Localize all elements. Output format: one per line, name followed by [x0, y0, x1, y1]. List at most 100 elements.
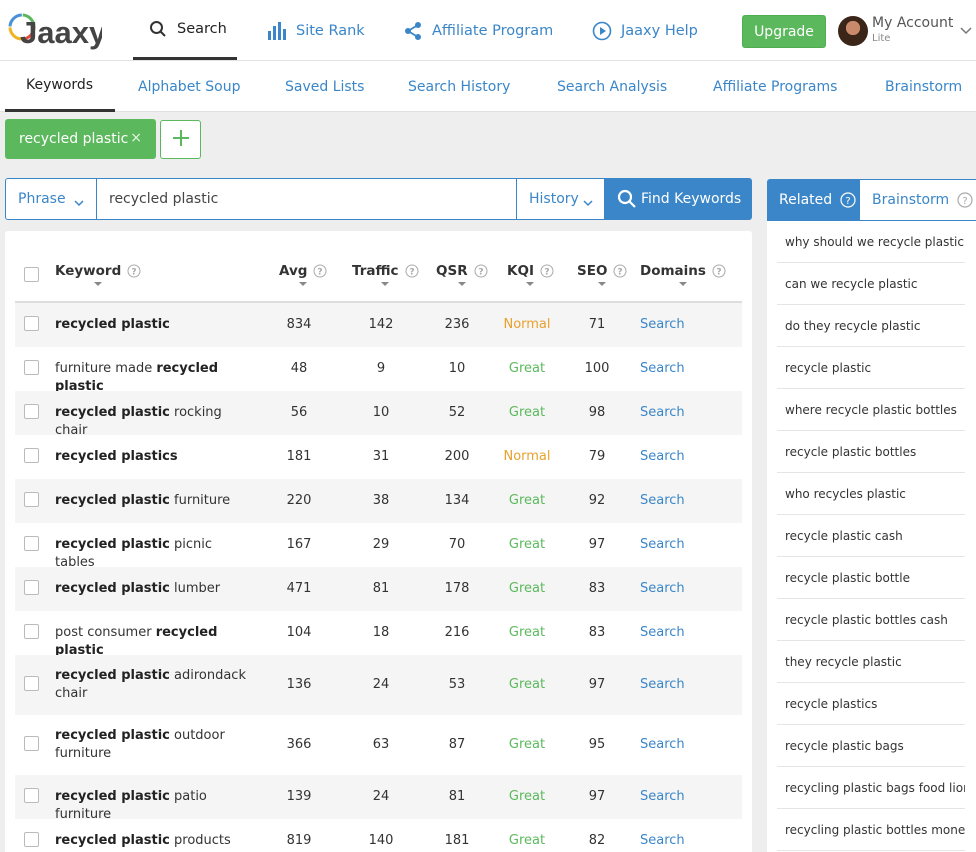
related-keyword-item[interactable]: recycling plastic bottles money: [777, 809, 965, 851]
col-avg[interactable]: Avg ?: [279, 263, 327, 286]
row-checkbox[interactable]: [24, 676, 39, 691]
row-checkbox[interactable]: [24, 316, 39, 331]
sort-icon: [381, 282, 390, 286]
domains-search-link[interactable]: Search: [640, 361, 685, 376]
related-keyword-item[interactable]: recycle plastic bottle: [777, 557, 965, 599]
table-row[interactable]: post consumer recycled plastic 104 18 216 Gr…: [15, 611, 742, 658]
table-row[interactable]: recycled plastic products 819 140 181 Great 8…: [15, 819, 742, 852]
domains-search-link[interactable]: Search: [640, 581, 685, 596]
keyword-chip[interactable]: recycled plastic ×: [5, 119, 156, 159]
table-row[interactable]: recycled plastic lumber 471 81 178 Great 83 Se…: [15, 567, 742, 611]
keyword-cell[interactable]: recycled plastic lumber: [55, 580, 255, 598]
related-keyword-item[interactable]: they recycle plastic: [777, 641, 965, 683]
table-row[interactable]: recycled plastics 181 31 200 Normal 79 Search: [15, 435, 742, 479]
table-row[interactable]: recycled plastic 834 142 236 Normal 71 Search: [15, 303, 742, 347]
domains-search-link[interactable]: Search: [640, 405, 685, 420]
help-icon[interactable]: ?: [712, 264, 726, 278]
domains-search-link[interactable]: Search: [640, 317, 685, 332]
tab-search-history[interactable]: Search History: [408, 61, 510, 112]
find-keywords-button[interactable]: Find Keywords: [605, 178, 752, 220]
select-all-checkbox[interactable]: [24, 267, 39, 282]
related-keyword-item[interactable]: recycle plastic bags: [777, 725, 965, 767]
jaaxy-logo[interactable]: Jaaxy: [6, 8, 107, 50]
tab-related[interactable]: Related ?: [767, 179, 860, 221]
related-keyword-item[interactable]: recycling plastic bags food lion: [777, 767, 965, 809]
related-keyword-item[interactable]: who recycles plastic: [777, 473, 965, 515]
related-keyword-item[interactable]: can we recycle plastic: [777, 263, 965, 305]
help-icon[interactable]: ?: [313, 264, 327, 278]
col-traffic[interactable]: Traffic ?: [352, 263, 419, 286]
keyword-cell[interactable]: recycled plastic products: [55, 832, 255, 850]
keyword-cell[interactable]: recycled plastics: [55, 448, 255, 466]
search-input[interactable]: [98, 179, 516, 219]
table-row[interactable]: recycled plastic rocking chair 56 10 52 Grea…: [15, 391, 742, 438]
account-menu[interactable]: My Account Lite: [838, 14, 976, 48]
col-kqi[interactable]: KQI ?: [507, 263, 554, 286]
tab-brainstorm[interactable]: Brainstorm: [885, 61, 962, 112]
add-tab-button[interactable]: [160, 120, 201, 159]
topnav-jaaxy-help[interactable]: Jaaxy Help: [591, 0, 698, 61]
topnav-site-rank[interactable]: Site Rank: [266, 0, 365, 61]
close-icon[interactable]: ×: [130, 130, 142, 146]
keyword-cell[interactable]: recycled plastic outdoor furniture: [55, 727, 255, 763]
table-row[interactable]: furniture made recycled plastic 48 9 10 Grea…: [15, 347, 742, 394]
keyword-cell[interactable]: recycled plastic: [55, 316, 255, 334]
row-checkbox[interactable]: [24, 580, 39, 595]
domains-search-link[interactable]: Search: [640, 737, 685, 752]
col-domains[interactable]: Domains ?: [640, 263, 726, 286]
domains-search-link[interactable]: Search: [640, 789, 685, 804]
domains-search-link[interactable]: Search: [640, 449, 685, 464]
col-keyword[interactable]: Keyword ?: [55, 263, 141, 286]
table-row[interactable]: recycled plastic picnic tables 167 29 70 Gre…: [15, 523, 742, 570]
row-checkbox[interactable]: [24, 624, 39, 639]
domains-search-link[interactable]: Search: [640, 625, 685, 640]
related-keyword-item[interactable]: where recycle plastic bottles: [777, 389, 965, 431]
help-icon[interactable]: ?: [474, 264, 488, 278]
related-keyword-item[interactable]: recycle plastic: [777, 347, 965, 389]
related-keyword-item[interactable]: recycle plastic cash: [777, 515, 965, 557]
related-keyword-item[interactable]: recycle plastics: [777, 683, 965, 725]
table-row[interactable]: recycled plastic patio furniture 139 24 81 G…: [15, 775, 742, 822]
domains-search-link[interactable]: Search: [640, 537, 685, 552]
row-checkbox[interactable]: [24, 360, 39, 375]
tab-saved-lists[interactable]: Saved Lists: [285, 61, 364, 112]
qsr-cell: 81: [448, 789, 466, 804]
keyword-cell[interactable]: recycled plastic furniture: [55, 492, 255, 510]
history-dropdown[interactable]: History: [516, 179, 605, 219]
topnav-search[interactable]: Search: [133, 0, 237, 60]
row-checkbox[interactable]: [24, 536, 39, 551]
help-icon[interactable]: ?: [127, 264, 141, 278]
topnav-affiliate-program[interactable]: Affiliate Program: [402, 0, 553, 61]
domains-search-link[interactable]: Search: [640, 833, 685, 848]
row-checkbox[interactable]: [24, 832, 39, 847]
phrase-dropdown[interactable]: Phrase: [6, 179, 97, 219]
tab-keywords[interactable]: Keywords: [5, 61, 115, 112]
help-icon[interactable]: ?: [540, 264, 554, 278]
table-row[interactable]: recycled plastic outdoor furniture 366 63 8…: [15, 715, 742, 775]
keyword-cell[interactable]: recycled plastic adirondack chair: [55, 667, 255, 703]
tab-alphabet-soup[interactable]: Alphabet Soup: [138, 61, 240, 112]
row-checkbox[interactable]: [24, 492, 39, 507]
related-keyword-item[interactable]: do they recycle plastic: [777, 305, 965, 347]
help-icon[interactable]: ?: [405, 264, 419, 278]
domains-search-link[interactable]: Search: [640, 493, 685, 508]
help-icon[interactable]: ?: [957, 192, 973, 208]
row-checkbox[interactable]: [24, 404, 39, 419]
related-keyword-item[interactable]: recycle plastic bottles cash: [777, 599, 965, 641]
tab-brainstorm-related[interactable]: Brainstorm ?: [860, 179, 976, 221]
tab-affiliate-programs[interactable]: Affiliate Programs: [713, 61, 837, 112]
domains-search-link[interactable]: Search: [640, 677, 685, 692]
related-keyword-item[interactable]: why should we recycle plastic: [777, 221, 965, 263]
table-row[interactable]: recycled plastic furniture 220 38 134 Great 9…: [15, 479, 742, 523]
table-row[interactable]: recycled plastic adirondack chair 136 24 53…: [15, 655, 742, 715]
help-icon[interactable]: ?: [840, 192, 856, 208]
upgrade-button[interactable]: Upgrade: [742, 15, 826, 48]
col-seo[interactable]: SEO ?: [577, 263, 627, 286]
row-checkbox[interactable]: [24, 736, 39, 751]
help-icon[interactable]: ?: [613, 264, 627, 278]
col-qsr[interactable]: QSR ?: [436, 263, 488, 286]
tab-search-analysis[interactable]: Search Analysis: [557, 61, 667, 112]
row-checkbox[interactable]: [24, 788, 39, 803]
related-keyword-item[interactable]: recycle plastic bottles: [777, 431, 965, 473]
row-checkbox[interactable]: [24, 448, 39, 463]
